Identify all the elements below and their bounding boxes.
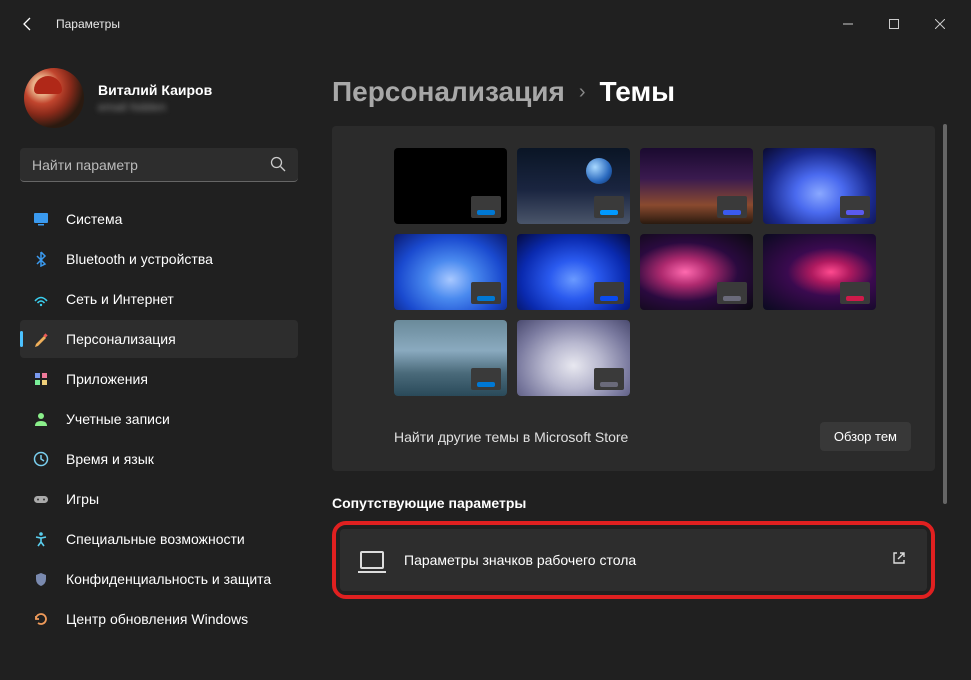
store-text: Найти другие темы в Microsoft Store — [394, 429, 628, 445]
apps-icon — [32, 370, 50, 388]
breadcrumb: Персонализация › Темы — [332, 76, 935, 108]
nav-item-network[interactable]: Сеть и Интернет — [20, 280, 298, 318]
nav-item-accounts[interactable]: Учетные записи — [20, 400, 298, 438]
search-input[interactable] — [20, 148, 298, 182]
user-name: Виталий Каиров — [98, 82, 212, 98]
nav-item-update[interactable]: Центр обновления Windows — [20, 600, 298, 638]
theme-tile-6[interactable] — [640, 234, 753, 310]
theme-accent-preview — [840, 282, 870, 304]
external-link-icon — [891, 550, 907, 571]
search-icon — [270, 156, 286, 177]
theme-accent-preview — [717, 196, 747, 218]
theme-tile-3[interactable] — [763, 148, 876, 224]
nav-label: Конфиденциальность и защита — [66, 571, 271, 587]
theme-tile-2[interactable] — [640, 148, 753, 224]
user-profile[interactable]: Виталий Каиров email hidden — [20, 60, 298, 148]
close-button[interactable] — [917, 8, 963, 40]
user-email: email hidden — [98, 100, 212, 114]
search-box[interactable] — [20, 148, 298, 182]
nav-label: Центр обновления Windows — [66, 611, 248, 627]
nav-label: Bluetooth и устройства — [66, 251, 213, 267]
scrollbar[interactable] — [943, 124, 947, 644]
privacy-icon — [32, 570, 50, 588]
themes-panel: Найти другие темы в Microsoft Store Обзо… — [332, 126, 935, 471]
window-title: Параметры — [56, 17, 120, 31]
scrollbar-thumb[interactable] — [943, 124, 947, 504]
theme-accent-preview — [594, 368, 624, 390]
nav-item-accessibility[interactable]: Специальные возможности — [20, 520, 298, 558]
browse-themes-button[interactable]: Обзор тем — [820, 422, 911, 451]
theme-accent-preview — [471, 196, 501, 218]
gaming-icon — [32, 490, 50, 508]
desktop-icon-settings-label: Параметры значков рабочего стола — [404, 552, 871, 568]
system-icon — [32, 210, 50, 228]
network-icon — [32, 290, 50, 308]
theme-tile-7[interactable] — [763, 234, 876, 310]
nav-label: Приложения — [66, 371, 148, 387]
theme-accent-preview — [471, 282, 501, 304]
nav-item-bluetooth[interactable]: Bluetooth и устройства — [20, 240, 298, 278]
time-icon — [32, 450, 50, 468]
nav-item-privacy[interactable]: Конфиденциальность и защита — [20, 560, 298, 598]
nav-label: Специальные возможности — [66, 531, 245, 547]
update-icon — [32, 610, 50, 628]
nav-label: Учетные записи — [66, 411, 170, 427]
nav-item-apps[interactable]: Приложения — [20, 360, 298, 398]
nav-label: Персонализация — [66, 331, 176, 347]
nav-label: Сеть и Интернет — [66, 291, 174, 307]
minimize-button[interactable] — [825, 8, 871, 40]
theme-accent-preview — [840, 196, 870, 218]
nav-item-system[interactable]: Система — [20, 200, 298, 238]
avatar — [24, 68, 84, 128]
desktop-icon — [360, 551, 384, 569]
accessibility-icon — [32, 530, 50, 548]
theme-tile-9[interactable] — [517, 320, 630, 396]
nav-label: Время и язык — [66, 451, 154, 467]
maximize-button[interactable] — [871, 8, 917, 40]
back-button[interactable] — [8, 4, 48, 44]
accounts-icon — [32, 410, 50, 428]
theme-accent-preview — [594, 282, 624, 304]
theme-tile-0[interactable] — [394, 148, 507, 224]
desktop-icon-settings-link[interactable]: Параметры значков рабочего стола — [340, 529, 927, 591]
breadcrumb-parent[interactable]: Персонализация — [332, 76, 565, 108]
nav-item-gaming[interactable]: Игры — [20, 480, 298, 518]
theme-tile-5[interactable] — [517, 234, 630, 310]
theme-tile-4[interactable] — [394, 234, 507, 310]
bluetooth-icon — [32, 250, 50, 268]
theme-accent-preview — [717, 282, 747, 304]
related-section-label: Сопутствующие параметры — [332, 495, 935, 511]
nav-label: Игры — [66, 491, 99, 507]
personalize-icon — [32, 330, 50, 348]
chevron-right-icon: › — [579, 81, 586, 104]
breadcrumb-current: Темы — [600, 76, 676, 108]
theme-tile-8[interactable] — [394, 320, 507, 396]
nav-label: Система — [66, 211, 122, 227]
nav-item-time[interactable]: Время и язык — [20, 440, 298, 478]
nav-item-personalize[interactable]: Персонализация — [20, 320, 298, 358]
highlight-annotation: Параметры значков рабочего стола — [332, 521, 935, 599]
theme-accent-preview — [471, 368, 501, 390]
theme-accent-preview — [594, 196, 624, 218]
theme-tile-1[interactable] — [517, 148, 630, 224]
